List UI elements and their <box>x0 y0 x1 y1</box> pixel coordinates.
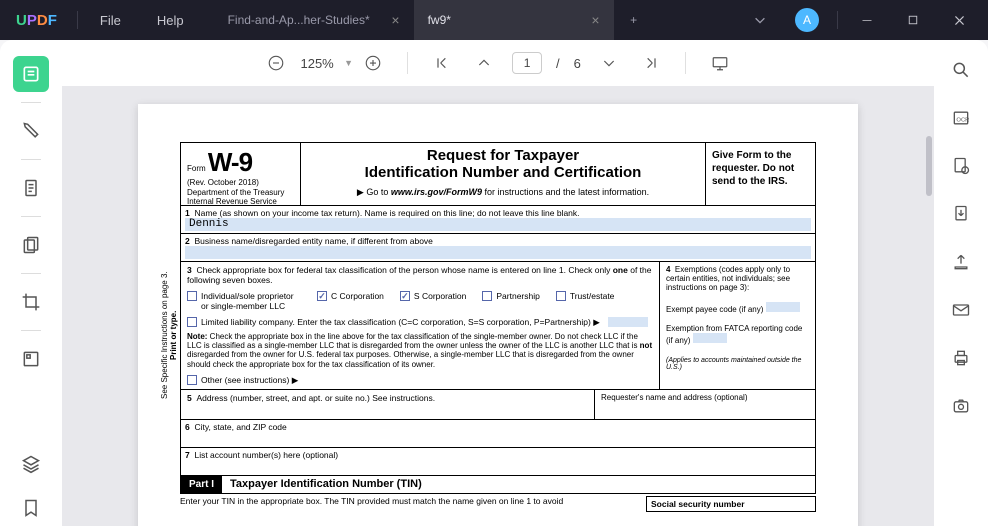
business-name-field[interactable] <box>185 246 811 259</box>
close-icon[interactable]: × <box>391 12 399 28</box>
checkbox-llc[interactable] <box>187 317 197 327</box>
line-6: 6 City, state, and ZIP code <box>180 420 816 448</box>
form-header-right: Give Form to the requester. Do not send … <box>705 143 815 205</box>
maximize-button[interactable] <box>892 0 934 40</box>
checkbox-trust[interactable] <box>556 291 566 301</box>
last-page-button[interactable] <box>637 49 665 77</box>
new-tab-button[interactable]: + <box>614 0 654 40</box>
close-icon[interactable]: × <box>591 12 599 28</box>
tab-document-1[interactable]: Find-and-Ap...her-Studies* × <box>214 0 414 40</box>
first-page-button[interactable] <box>428 49 456 77</box>
city-field[interactable] <box>185 432 811 445</box>
exempt-payee-field[interactable] <box>766 302 800 312</box>
form-tool-button[interactable] <box>13 341 49 377</box>
bookmark-button[interactable] <box>13 490 49 526</box>
menu-file[interactable]: File <box>82 13 139 28</box>
zoom-value: 125% <box>296 56 338 71</box>
tin-instructions: Enter your TIN in the appropriate box. T… <box>180 496 646 512</box>
comment-tool-button[interactable] <box>13 113 49 149</box>
pdf-page: Print or type. See Specific Instructions… <box>138 104 858 526</box>
zoom-out-button[interactable] <box>262 49 290 77</box>
side-instruction: Print or type. See Specific Instructions… <box>160 210 178 460</box>
search-button[interactable] <box>947 56 975 84</box>
email-button[interactable] <box>947 296 975 324</box>
tab-label: Find-and-Ap...her-Studies* <box>228 13 370 27</box>
page-input[interactable]: 1 <box>512 52 542 74</box>
avatar[interactable]: A <box>795 8 819 32</box>
ocr-button[interactable]: OCR <box>947 104 975 132</box>
crop-tool-button[interactable] <box>13 284 49 320</box>
tab-bar: Find-and-Ap...her-Studies* × fw9* × + <box>214 0 654 40</box>
address-field[interactable] <box>187 403 588 416</box>
line-4: 4 Exemptions (codes apply only to certai… <box>660 262 815 389</box>
right-toolbar: OCR <box>934 40 988 526</box>
line-2: 2 Business name/disregarded entity name,… <box>180 234 816 262</box>
line-5: 5 Address (number, street, and apt. or s… <box>181 390 595 419</box>
next-page-button[interactable] <box>595 49 623 77</box>
share-button[interactable] <box>947 152 975 180</box>
line-3: 3 Check appropriate box for federal tax … <box>181 262 660 389</box>
print-button[interactable] <box>947 344 975 372</box>
divider <box>685 52 686 74</box>
minimize-button[interactable] <box>846 0 888 40</box>
fatca-field[interactable] <box>693 333 727 343</box>
dropdown-button[interactable] <box>739 0 781 40</box>
requester-address: Requester's name and address (optional) <box>595 390 815 419</box>
close-window-button[interactable] <box>938 0 980 40</box>
separator <box>837 11 838 29</box>
form-header-left: Form W-9 (Rev. October 2018) Department … <box>181 143 301 205</box>
page-separator: / <box>556 56 560 71</box>
checkbox-partnership[interactable] <box>482 291 492 301</box>
divider <box>407 52 408 74</box>
divider <box>21 159 41 160</box>
left-toolbar <box>0 40 62 526</box>
document-viewport[interactable]: Print or type. See Specific Instructions… <box>62 86 934 526</box>
svg-text:OCR: OCR <box>956 117 969 123</box>
page-total: 6 <box>574 56 581 71</box>
menu-help[interactable]: Help <box>139 13 202 28</box>
form-title: Request for Taxpayer Identification Numb… <box>301 143 705 205</box>
presentation-button[interactable] <box>706 49 734 77</box>
export-button[interactable] <box>947 200 975 228</box>
separator <box>77 11 78 29</box>
line-1: 1 Name (as shown on your income tax retu… <box>180 206 816 234</box>
checkbox-ccorp[interactable] <box>317 291 327 301</box>
ssn-box: Social security number <box>646 496 816 512</box>
app-logo: UPDF <box>0 12 73 29</box>
divider <box>21 102 41 103</box>
name-field[interactable]: Dennis <box>185 218 811 231</box>
checkbox-individual[interactable] <box>187 291 197 301</box>
llc-class-field[interactable] <box>608 317 648 327</box>
part-1-header: Part I Taxpayer Identification Number (T… <box>180 476 816 494</box>
reader-mode-button[interactable] <box>13 56 49 92</box>
account-field[interactable] <box>185 460 811 473</box>
checkbox-other[interactable] <box>187 375 197 385</box>
tab-label: fw9* <box>428 13 451 27</box>
prev-page-button[interactable] <box>470 49 498 77</box>
line-7: 7 List account number(s) here (optional) <box>180 448 816 476</box>
plus-icon: + <box>630 13 637 27</box>
upload-button[interactable] <box>947 248 975 276</box>
tab-document-2[interactable]: fw9* × <box>414 0 614 40</box>
camera-button[interactable] <box>947 392 975 420</box>
divider <box>21 330 41 331</box>
view-toolbar: 125% ▼ 1 / 6 <box>62 40 934 86</box>
edit-pdf-button[interactable] <box>13 170 49 206</box>
divider <box>21 273 41 274</box>
checkbox-scorp[interactable] <box>400 291 410 301</box>
zoom-dropdown[interactable]: ▼ <box>344 58 353 68</box>
zoom-in-button[interactable] <box>359 49 387 77</box>
scrollbar[interactable] <box>926 136 932 196</box>
page-tools-button[interactable] <box>13 227 49 263</box>
layers-button[interactable] <box>13 446 49 482</box>
divider <box>21 216 41 217</box>
